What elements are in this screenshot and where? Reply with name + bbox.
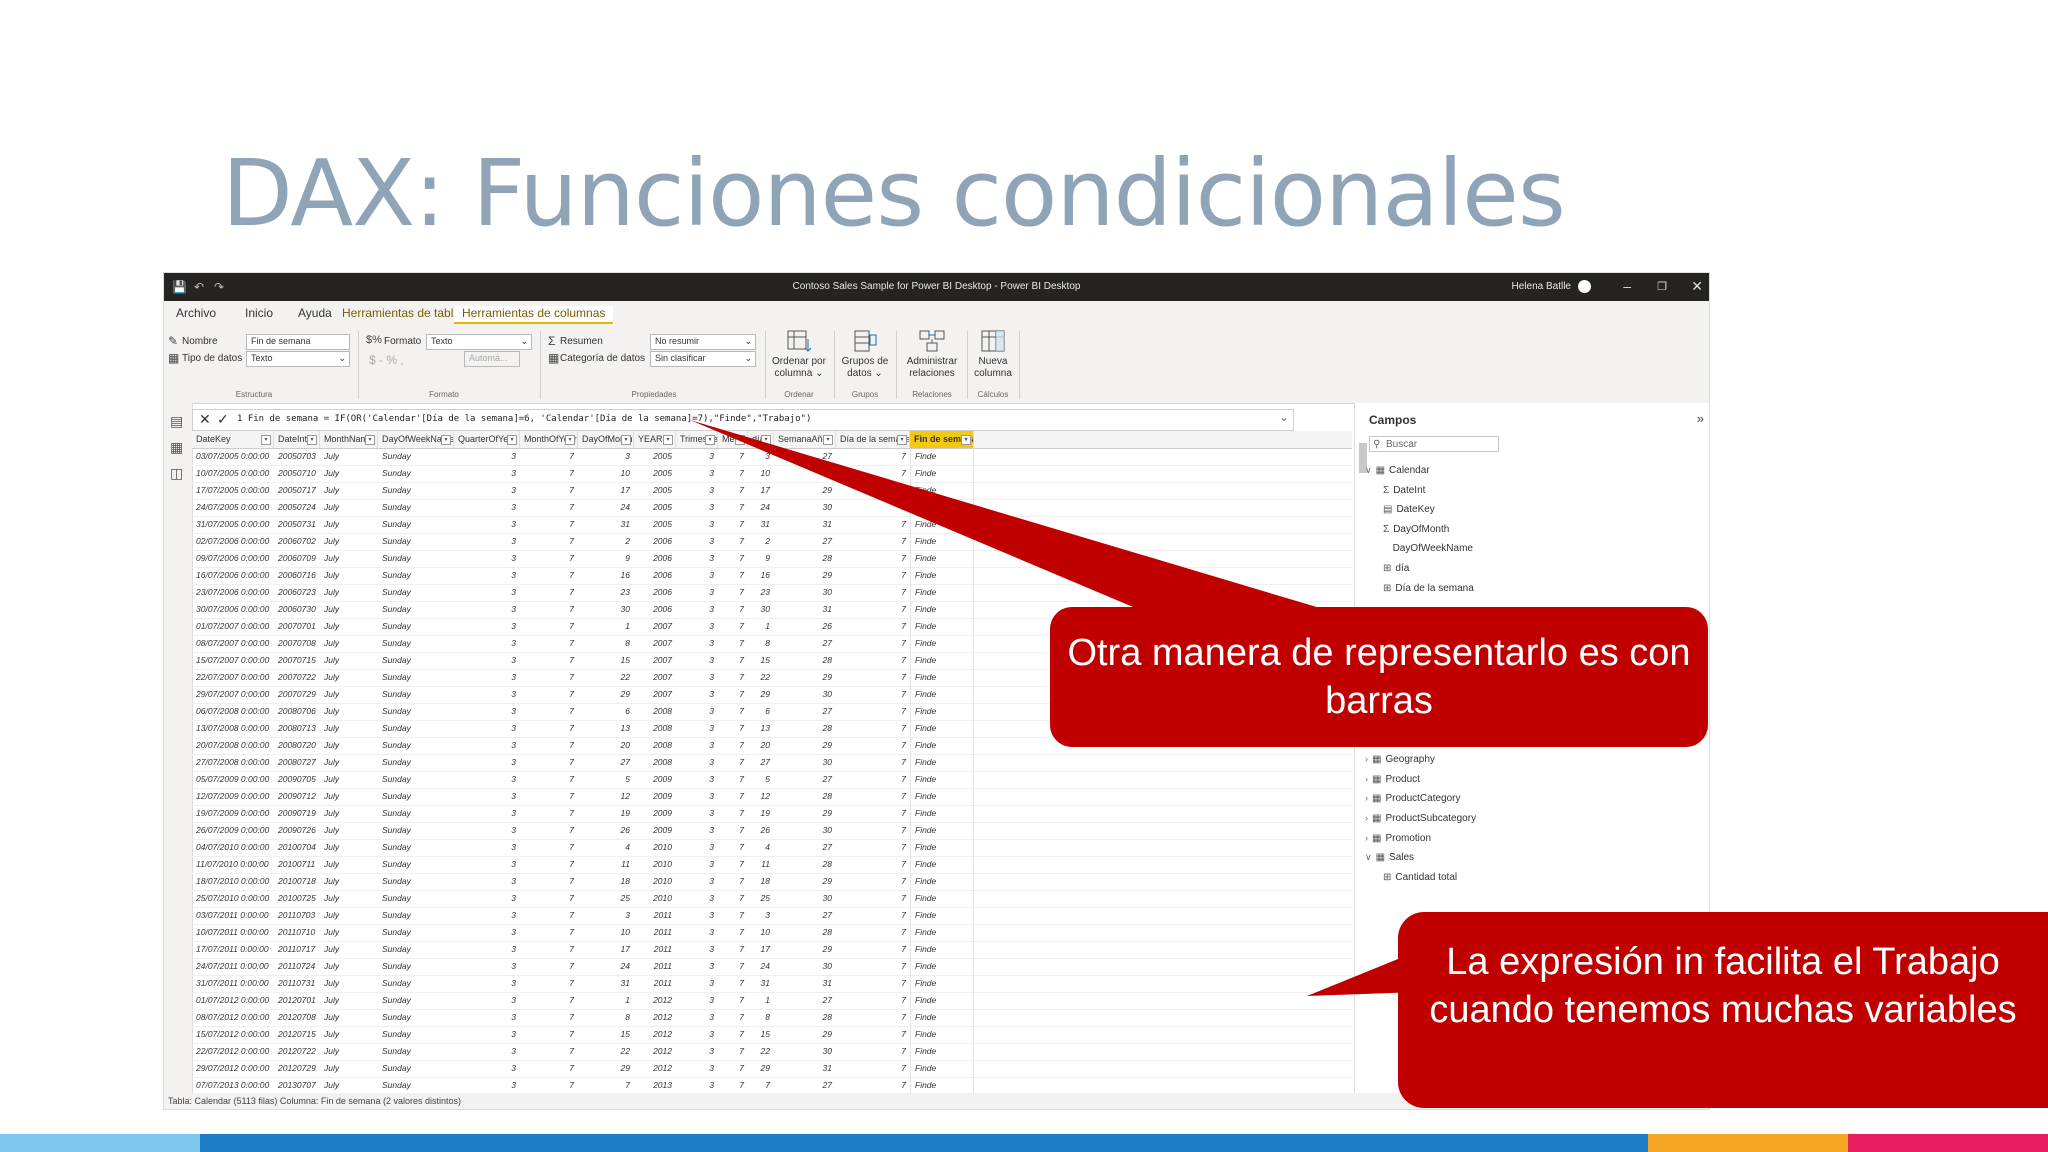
callout-barras: Otra manera de representarlo es con barr… bbox=[1050, 607, 1708, 747]
callout1-pointer bbox=[690, 420, 1320, 612]
callout-expresion-in: La expresión in facilita el Trabajo cuan… bbox=[1398, 912, 2048, 1108]
footer-segment bbox=[1648, 1134, 1848, 1152]
footer-segment bbox=[0, 1134, 200, 1152]
footer-band bbox=[0, 1134, 2048, 1152]
footer-segment bbox=[200, 1134, 1648, 1152]
footer-segment bbox=[1848, 1134, 2048, 1152]
